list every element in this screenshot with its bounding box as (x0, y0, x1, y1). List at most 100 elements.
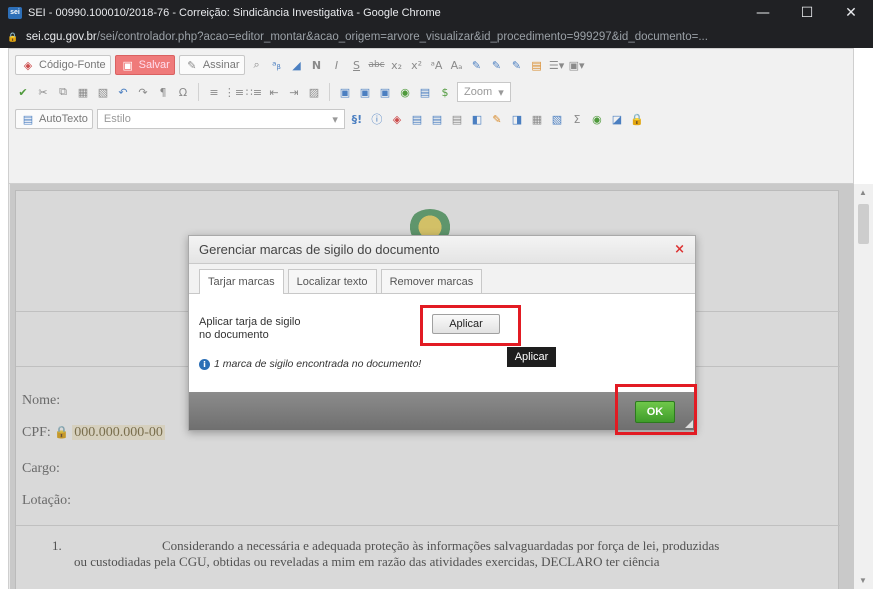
toolbar-row-2: ✔ ✂ ⧉ ▦ ▧ ↶ ↷ ¶ Ω ≡ ⋮≡ ∷≡ ⇤ ⇥ ▨ ▣ ▣ ▣ ◉ … (15, 80, 511, 104)
apply-tooltip: Aplicar (507, 347, 556, 367)
paste-icon[interactable]: ▦ (75, 84, 91, 100)
apply-label: Aplicar tarja de sigilo no documento (199, 316, 339, 342)
marker-icon[interactable]: ✎ (489, 111, 505, 127)
cut-icon[interactable]: ✂ (35, 84, 51, 100)
toolbar-row-1: ◈ Código-Fonte ▣ Salvar ✎ Assinar ⌕ ᵃᵦ ◢ N … (15, 53, 585, 77)
strike-icon[interactable]: abc (368, 57, 384, 73)
sigilo-icon[interactable]: ◈ (389, 111, 405, 127)
check-icon[interactable]: ✔ (15, 84, 31, 100)
sign-button[interactable]: ✎ Assinar (178, 55, 245, 75)
numbered-list-icon[interactable]: ⋮≡ (224, 84, 244, 100)
tab-localizar-texto[interactable]: Localizar texto (287, 269, 377, 293)
doc-icon-1[interactable]: ▤ (409, 111, 425, 127)
info-message: i 1 marca de sigilo encontrada no docume… (199, 358, 421, 370)
globe-icon[interactable]: ◉ (397, 84, 413, 100)
save-button[interactable]: ▣ Salvar (114, 55, 175, 75)
style-icon-1[interactable]: ✎ (469, 57, 485, 73)
redo-icon[interactable]: ↷ (135, 84, 151, 100)
close-window-button[interactable]: ✕ (829, 0, 873, 26)
find-icon[interactable]: ⌕ (249, 57, 265, 73)
link-icon-1[interactable]: ▣ (337, 84, 353, 100)
doc-icon-5[interactable]: ◨ (509, 111, 525, 127)
globe-icon-2[interactable]: ◉ (589, 111, 605, 127)
omega-icon[interactable]: Ω (175, 84, 191, 100)
style-icon-2[interactable]: ✎ (489, 57, 505, 73)
doc-icon-6[interactable]: ▧ (549, 111, 565, 127)
section-icon[interactable]: §! (349, 111, 365, 127)
lock-tool-icon[interactable]: 🔒 (629, 111, 645, 127)
table-icon[interactable]: ▤ (529, 57, 545, 73)
doc-icon-3[interactable]: ▤ (449, 111, 465, 127)
subscript-icon[interactable]: x₂ (389, 57, 405, 73)
maximize-button[interactable]: ☐ (785, 0, 829, 26)
image-icon[interactable]: ▨ (306, 84, 322, 100)
dialog-header[interactable]: Gerenciar marcas de sigilo do documento … (189, 236, 695, 264)
apply-highlight-box (420, 305, 521, 346)
replace-icon[interactable]: ᵃᵦ (269, 57, 285, 73)
toolbar-row-3: ▤ AutoTexto Estilo ▾ §! ⓘ ◈ ▤ ▤ ▤ ◧ ✎ ◨ ▦ … (15, 107, 645, 131)
sei-link-icon[interactable]: ▤ (417, 84, 433, 100)
text-upper-icon[interactable]: ᵃA (429, 57, 445, 73)
url-text[interactable]: sei.cgu.gov.br/sei/controlador.php?acao=… (26, 31, 866, 43)
paragraph-icon[interactable]: ¶ (155, 84, 171, 100)
save-icon: ▣ (122, 58, 133, 72)
doc-icon-7[interactable]: ◪ (609, 111, 625, 127)
url-host: sei.cgu.gov.br (26, 31, 97, 43)
indent-in-icon[interactable]: ⇥ (286, 84, 302, 100)
lock-icon: 🔒 (7, 31, 19, 42)
tab-tarjar-marcas[interactable]: Tarjar marcas (199, 269, 284, 294)
document-scrollbar[interactable]: ▲ ▼ (854, 184, 873, 589)
sei-favicon-icon: sei (8, 7, 22, 19)
style-select-label: Estilo (103, 113, 131, 125)
autotext-icon: ▤ (22, 112, 34, 126)
doc-icon-2[interactable]: ▤ (429, 111, 445, 127)
superscript-icon[interactable]: x² (409, 57, 425, 73)
scroll-down-icon[interactable]: ▼ (859, 576, 867, 585)
source-code-icon: ◈ (23, 58, 33, 72)
autotext-button[interactable]: ▤ AutoTexto (15, 109, 93, 129)
text-lower-icon[interactable]: Aₐ (449, 57, 465, 73)
minimize-button[interactable]: — (741, 0, 785, 26)
info-tool-icon[interactable]: ⓘ (369, 111, 385, 127)
address-bar[interactable]: 🔒 sei.cgu.gov.br/sei/controlador.php?aca… (0, 26, 873, 48)
info-icon: i (199, 358, 210, 370)
list-dropdown-icon[interactable]: ☰▾ (549, 57, 565, 73)
autotext-label: AutoTexto (39, 113, 88, 125)
link-icon-2[interactable]: ▣ (357, 84, 373, 100)
info-text: 1 marca de sigilo encontrada no document… (214, 358, 422, 370)
image-dropdown-icon[interactable]: ▣▾ (569, 57, 585, 73)
ok-highlight-box (615, 384, 697, 435)
align-center-icon[interactable]: ≡ (206, 84, 222, 100)
scrollbar-thumb[interactable] (858, 204, 869, 244)
dialog-tabs: Tarjar marcas Localizar texto Remover ma… (189, 264, 695, 294)
sigma-icon[interactable]: Σ (569, 111, 585, 127)
zoom-select[interactable]: Zoom ▾ (457, 82, 511, 102)
scroll-up-icon[interactable]: ▲ (859, 188, 867, 197)
bold-icon[interactable]: N (309, 57, 325, 73)
format-paint-icon[interactable]: ◢ (289, 57, 305, 73)
source-code-button[interactable]: ◈ Código-Fonte (15, 55, 111, 75)
paste-text-icon[interactable]: ▧ (95, 84, 111, 100)
pen-icon: ✎ (187, 58, 197, 72)
style-icon-3[interactable]: ✎ (509, 57, 525, 73)
dialog-close-icon[interactable]: × (674, 242, 685, 257)
window-controls: — ☐ ✕ (741, 0, 873, 26)
dialog-title: Gerenciar marcas de sigilo do documento (199, 242, 440, 257)
underline-icon[interactable]: S (349, 57, 365, 73)
sign-label: Assinar (202, 59, 240, 71)
italic-icon[interactable]: I (329, 57, 345, 73)
grid-icon[interactable]: ▦ (529, 111, 545, 127)
save-label: Salvar (138, 59, 170, 71)
separator (329, 83, 330, 101)
url-path: /sei/controlador.php?acao=editor_montar&… (96, 31, 708, 43)
copy-icon[interactable]: ⧉ (55, 84, 71, 100)
undo-icon[interactable]: ↶ (115, 84, 131, 100)
separator (198, 83, 199, 101)
style-select[interactable]: Estilo ▾ (96, 109, 345, 129)
tab-remover-marcas[interactable]: Remover marcas (380, 269, 483, 293)
indent-out-icon[interactable]: ⇤ (266, 84, 282, 100)
bullet-list-icon[interactable]: ∷≡ (246, 84, 262, 100)
link-icon-3[interactable]: ▣ (377, 84, 393, 100)
dollar-icon[interactable]: $ (437, 84, 453, 100)
doc-icon-4[interactable]: ◧ (469, 111, 485, 127)
